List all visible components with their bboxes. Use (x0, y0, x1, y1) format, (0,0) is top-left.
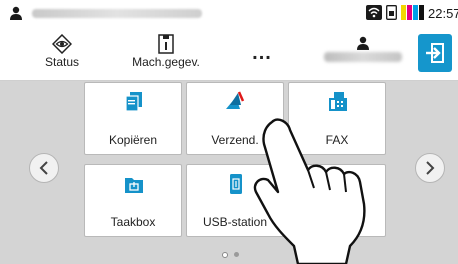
previous-page-button[interactable] (29, 153, 59, 183)
toner-black-icon (419, 5, 424, 20)
tile-copy[interactable]: Kopiëren (84, 82, 182, 155)
fax-icon (329, 92, 347, 111)
chevron-left-icon (39, 161, 48, 175)
user-icon (10, 6, 22, 20)
logout-button[interactable] (418, 34, 452, 72)
machine-info-button[interactable]: Mach.gegev. (114, 34, 218, 69)
clock: 22:57 (428, 6, 458, 21)
page-dot-active (222, 252, 228, 258)
toner-levels (401, 5, 424, 20)
machine-info-icon (158, 34, 174, 54)
next-page-button[interactable] (415, 153, 445, 183)
status-button[interactable]: Status (38, 34, 86, 69)
user-button[interactable] (318, 34, 408, 62)
user-icon (357, 36, 369, 50)
wifi-icon (366, 5, 382, 20)
machine-info-label: Mach.gegev. (132, 55, 200, 69)
toner-yellow-icon (401, 5, 406, 20)
storage-icon (386, 5, 397, 20)
toner-magenta-icon (407, 5, 412, 20)
tile-job-box-label: Taakbox (110, 215, 156, 229)
toner-cyan-icon (413, 5, 418, 20)
blurred-user-name (32, 9, 202, 18)
usb-drive-icon (230, 174, 242, 194)
function-grid-area: Kopiëren Verzend. FAX Taakbox USB-statio… (0, 81, 458, 264)
status-label: Status (44, 55, 80, 69)
copy-icon (125, 92, 142, 112)
more-button[interactable]: ... (246, 42, 278, 65)
job-box-icon (125, 178, 143, 193)
tile-job-box[interactable]: Taakbox (84, 164, 182, 237)
chevron-right-icon (426, 161, 435, 175)
pointing-hand-icon (253, 118, 366, 264)
page-dot (234, 252, 239, 257)
logout-icon (426, 43, 444, 63)
status-bar: 22:57 (0, 0, 458, 26)
tile-copy-label: Kopiëren (108, 133, 158, 147)
blurred-user-label (324, 52, 402, 62)
toolbar: Status Mach.gegev. ... (0, 26, 458, 81)
send-icon (226, 91, 245, 109)
status-eye-icon (52, 34, 72, 54)
page-indicator (222, 252, 239, 258)
